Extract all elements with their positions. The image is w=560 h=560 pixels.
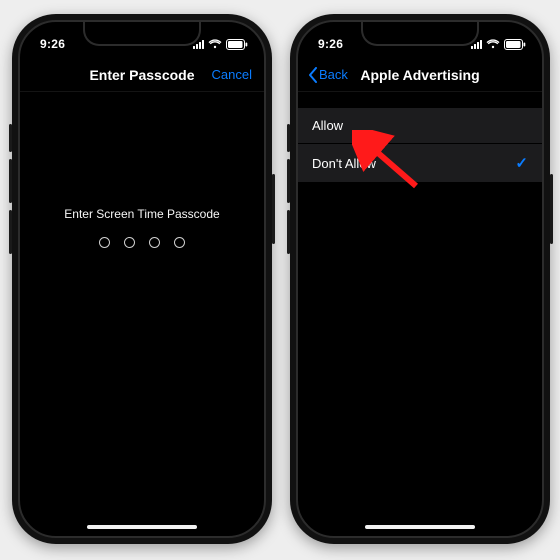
passcode-dot: [99, 237, 110, 248]
passcode-dot: [174, 237, 185, 248]
status-time: 9:26: [40, 37, 65, 51]
navbar-title: Enter Passcode: [89, 67, 194, 83]
passcode-dots[interactable]: [20, 237, 264, 248]
option-label: Don't Allow: [312, 156, 376, 171]
option-list: Allow Don't Allow ✓: [298, 108, 542, 182]
passcode-prompt: Enter Screen Time Passcode: [20, 207, 264, 221]
volume-down: [9, 210, 12, 254]
option-label: Allow: [312, 118, 343, 133]
wifi-icon: [486, 39, 500, 49]
battery-icon: [504, 39, 526, 50]
volume-up: [287, 159, 290, 203]
power-button: [550, 174, 553, 244]
notch: [83, 22, 201, 46]
cancel-button[interactable]: Cancel: [212, 67, 252, 82]
power-button: [272, 174, 275, 244]
status-time: 9:26: [318, 37, 343, 51]
screen-left: 9:26 Enter Passcode Cancel Enter Screen …: [18, 20, 266, 538]
home-indicator[interactable]: [365, 525, 475, 529]
status-icons: [193, 39, 248, 50]
chevron-left-icon: [308, 67, 317, 83]
volume-up: [9, 159, 12, 203]
battery-icon: [226, 39, 248, 50]
status-icons: [471, 39, 526, 50]
wifi-icon: [208, 39, 222, 49]
mute-switch: [9, 124, 12, 152]
back-button[interactable]: Back: [308, 67, 348, 83]
phone-left: 9:26 Enter Passcode Cancel Enter Screen …: [12, 14, 272, 544]
passcode-dot: [124, 237, 135, 248]
option-allow[interactable]: Allow: [298, 108, 542, 143]
mute-switch: [287, 124, 290, 152]
navbar-title: Apple Advertising: [360, 67, 479, 83]
navbar-right: Back Apple Advertising: [298, 58, 542, 92]
back-label: Back: [319, 67, 348, 82]
phone-right: 9:26 Back Apple Advertising: [290, 14, 550, 544]
checkmark-icon: ✓: [515, 154, 528, 172]
screen-right: 9:26 Back Apple Advertising: [296, 20, 544, 538]
passcode-dot: [149, 237, 160, 248]
home-indicator[interactable]: [87, 525, 197, 529]
passcode-screen: Enter Screen Time Passcode: [20, 92, 264, 536]
notch: [361, 22, 479, 46]
option-dont-allow[interactable]: Don't Allow ✓: [298, 143, 542, 182]
volume-down: [287, 210, 290, 254]
navbar-left: Enter Passcode Cancel: [20, 58, 264, 92]
settings-screen: Allow Don't Allow ✓: [298, 92, 542, 536]
